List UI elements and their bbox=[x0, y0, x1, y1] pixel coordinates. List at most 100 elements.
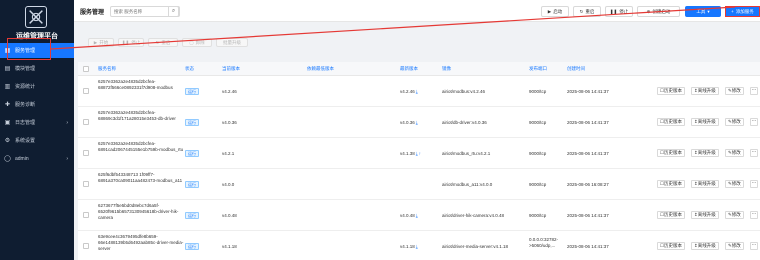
offline-upgrade-button[interactable]: ↥ 离线升级 bbox=[691, 149, 719, 157]
chevron-right-icon: › bbox=[66, 119, 68, 126]
history-version-button[interactable]: ☐ 历史版本 bbox=[657, 87, 686, 95]
history-version-button[interactable]: ☐ 历史版本 bbox=[657, 211, 686, 219]
service-name: 625f6dbf543348713 1f09ff7-6891a370ca0901… bbox=[98, 172, 183, 184]
mirror-image: airiot/driver-hik-camera:v4.0.48 bbox=[442, 213, 505, 218]
edit-button[interactable]: ✎ 修改 bbox=[725, 149, 744, 157]
current-version: v4.1.18 bbox=[222, 244, 237, 249]
create-start-button[interactable]: ⊕ 创建启动 bbox=[637, 6, 680, 17]
edit-button[interactable]: ✎ 修改 bbox=[725, 87, 744, 95]
table-row[interactable]: 625f6dbf543348713 1f09ff7-6891a370ca0901… bbox=[78, 169, 760, 200]
status-badge: 运行 bbox=[185, 181, 199, 188]
pause-icon: ❚❚ bbox=[609, 8, 618, 14]
sidebar-item-label: 资源统计 bbox=[15, 84, 36, 90]
offline-upgrade-button[interactable]: ↥ 离线升级 bbox=[691, 118, 719, 126]
modules-icon: ▤ bbox=[4, 66, 11, 72]
sidebar-item-label: 模块管理 bbox=[15, 66, 36, 72]
chevron-right-icon: › bbox=[66, 155, 68, 162]
latest-version: v4.0.48⤓ bbox=[400, 213, 418, 218]
play-icon: ▶ bbox=[547, 8, 552, 14]
table-row[interactable]: 6273677f5e5bd0d8ebc7d6a5f-6520f9615b6573… bbox=[78, 200, 760, 231]
created-time: 2025-08-06 16:08:27 bbox=[567, 182, 609, 187]
history-version-button[interactable]: ☐ 历史版本 bbox=[657, 149, 686, 157]
batch-restart-button[interactable]: ↻ 重启 bbox=[148, 38, 178, 47]
row-checkbox[interactable] bbox=[83, 150, 89, 156]
download-icon: ⤓ bbox=[415, 89, 418, 94]
more-icon[interactable]: ··· bbox=[750, 242, 758, 250]
batch-stop-button[interactable]: ❚❚ 停止 bbox=[118, 38, 144, 47]
select-all-checkbox[interactable] bbox=[83, 66, 89, 72]
more-icon[interactable]: ··· bbox=[750, 149, 758, 157]
user-icon: ◯ bbox=[4, 156, 11, 162]
history-version-button[interactable]: ☐ 历史版本 bbox=[657, 242, 686, 250]
col-min-version: 依赖最低版本 bbox=[307, 66, 334, 71]
tools-button[interactable]: 工具 ▾ bbox=[685, 6, 721, 17]
latest-version: v4.1.18⤓ bbox=[400, 244, 418, 249]
offline-upgrade-button[interactable]: ↥ 离线升级 bbox=[691, 211, 719, 219]
sidebar-item-label: 系统设置 bbox=[15, 138, 36, 144]
more-icon[interactable]: ··· bbox=[750, 118, 758, 126]
download-icon: ⤓ bbox=[415, 213, 418, 218]
batch-uninstall-button[interactable]: ▢ 卸除 bbox=[182, 38, 212, 47]
table-row[interactable]: 6257e3362a2e4835d2bcfea-68872f566ce08923… bbox=[78, 76, 760, 107]
table-row[interactable]: 6257e3362a2e4835d2bcfea-6891cad206744515… bbox=[78, 138, 760, 169]
service-name: 6257e3362a2e4835d2bcfea-68872f566ce08923… bbox=[98, 79, 173, 91]
sidebar-item-diagnosis[interactable]: ✚ 服务诊断 bbox=[0, 97, 74, 112]
created-time: 2025-08-06 14:41:37 bbox=[567, 120, 609, 125]
diagnosis-icon: ✚ bbox=[4, 102, 11, 108]
sidebar-item-modules[interactable]: ▤ 模块管理 bbox=[0, 61, 74, 76]
table-row[interactable]: 6257e3362a2e4835d2bcfea-68869c3d1f171a28… bbox=[78, 107, 760, 138]
edit-button[interactable]: ✎ 修改 bbox=[725, 118, 744, 126]
edit-button[interactable]: ✎ 修改 bbox=[725, 180, 744, 188]
mirror-image: airiot/modbus_a11:v4.0.0 bbox=[442, 182, 493, 187]
current-version: v4.2.46 bbox=[222, 89, 237, 94]
offline-upgrade-button[interactable]: ↥ 离线升级 bbox=[691, 180, 719, 188]
publish-port: 9000/tcp bbox=[529, 182, 547, 187]
sidebar-item-label: 服务诊断 bbox=[15, 102, 36, 108]
page-title: 服务管理 bbox=[80, 10, 105, 16]
batch-upgrade-button[interactable]: 批量升级 bbox=[216, 38, 248, 47]
status-badge: 运行 bbox=[185, 150, 199, 157]
col-latest-version: 最新版本 bbox=[400, 66, 418, 71]
start-button[interactable]: ▶ 启动 bbox=[541, 6, 569, 17]
sidebar-item-resources[interactable]: ▥ 资源统计 bbox=[0, 79, 74, 94]
more-icon[interactable]: ··· bbox=[750, 87, 758, 95]
publish-port: 0.0.0.0:32782->5060/udp,... bbox=[529, 237, 559, 248]
publish-port: 9000/tcp bbox=[529, 120, 547, 125]
table-row[interactable]: 63e9cee4c3679495dfe8b659-66e1488139b5d64… bbox=[78, 231, 760, 260]
history-version-button[interactable]: ☐ 历史版本 bbox=[657, 180, 686, 188]
row-checkbox[interactable] bbox=[83, 212, 89, 218]
col-status: 状态 bbox=[185, 66, 194, 71]
search-input[interactable] bbox=[111, 7, 169, 16]
col-created: 创建时间 bbox=[567, 66, 585, 71]
sidebar-item-logs[interactable]: ▣ 日志管理 › bbox=[0, 115, 74, 130]
service-name: 6257e3362a2e4835d2bcfea-6891cad206744515… bbox=[98, 141, 184, 153]
sidebar-item-settings[interactable]: ⚙ 系统设置 bbox=[0, 133, 74, 148]
search-icon[interactable]: ⌕ bbox=[168, 6, 179, 17]
row-checkbox[interactable] bbox=[83, 88, 89, 94]
sidebar-item-user[interactable]: ◯ admin › bbox=[0, 151, 74, 166]
offline-upgrade-button[interactable]: ↥ 离线升级 bbox=[691, 87, 719, 95]
row-checkbox[interactable] bbox=[83, 119, 89, 125]
gear-icon: ⚙ bbox=[4, 138, 11, 144]
mirror-image: airiot/driver-media-server:v4.1.18 bbox=[442, 244, 509, 249]
row-checkbox[interactable] bbox=[83, 243, 89, 249]
offline-upgrade-button[interactable]: ↥ 离线升级 bbox=[691, 242, 719, 250]
row-checkbox[interactable] bbox=[83, 181, 89, 187]
publish-port: 9000/tcp bbox=[529, 89, 547, 94]
more-icon[interactable]: ··· bbox=[750, 180, 758, 188]
batch-start-button[interactable]: ▶ 开始 bbox=[88, 38, 114, 47]
trash-icon: ▢ bbox=[189, 39, 194, 45]
mirror-image: airiot/modbus_rtu:v4.2.1 bbox=[442, 151, 491, 156]
topbar: 服务管理 ⌕ ▶启动 ↻重启 ❚❚停止 ⊕创建启动 工具▾ +添加服务 bbox=[74, 0, 760, 22]
service-table: 服务名称 状态 当前版本 依赖最低版本 最新版本 镜像 发布端口 创建时间 62… bbox=[78, 62, 760, 260]
edit-button[interactable]: ✎ 修改 bbox=[725, 211, 744, 219]
stop-button[interactable]: ❚❚ 停止 bbox=[605, 6, 633, 17]
restart-button[interactable]: ↻ 重启 bbox=[573, 6, 601, 17]
publish-port: 9000/tcp bbox=[529, 213, 547, 218]
current-version: v4.0.36 bbox=[222, 120, 237, 125]
more-icon[interactable]: ··· bbox=[750, 211, 758, 219]
play-icon: ▶ bbox=[93, 39, 98, 45]
edit-button[interactable]: ✎ 修改 bbox=[725, 242, 744, 250]
service-name: 6273677f5e5bd0d8ebc7d6a5f-6520f9615b6573… bbox=[98, 203, 179, 221]
history-version-button[interactable]: ☐ 历史版本 bbox=[657, 118, 686, 126]
